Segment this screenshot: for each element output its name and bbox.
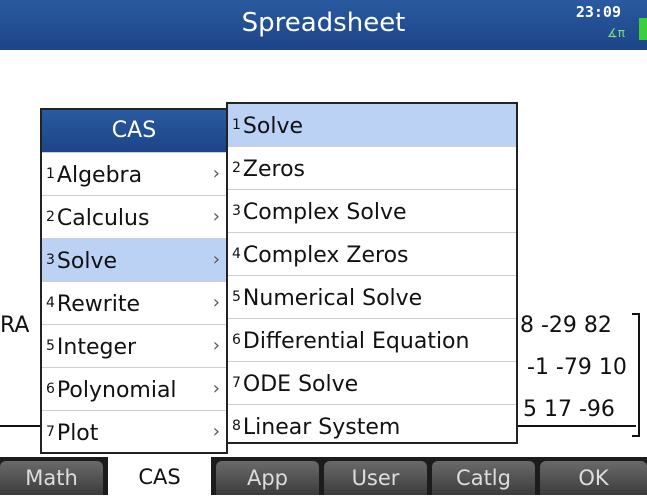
menu-item-solve[interactable]: 3Solve ›	[42, 238, 226, 281]
divider-line	[518, 425, 636, 427]
menu-item-plot[interactable]: 7Plot ›	[42, 410, 226, 453]
chevron-right-icon: ›	[212, 249, 220, 270]
item-label: Polynomial	[56, 378, 177, 403]
item-number: 5	[232, 289, 241, 305]
item-label: Complex Solve	[242, 200, 407, 225]
menu-item-integer[interactable]: 5Integer ›	[42, 324, 226, 367]
menu-item-differential-equation[interactable]: 6Differential Equation	[228, 318, 516, 361]
softkey-bar: Math CAS App User Catlg OK	[0, 457, 647, 495]
chevron-right-icon: ›	[212, 206, 220, 227]
menu-item-polynomial[interactable]: 6Polynomial ›	[42, 367, 226, 410]
item-label: Linear System	[242, 415, 401, 440]
menu-item-ode-solve[interactable]: 7ODE Solve	[228, 361, 516, 404]
softkey-ok[interactable]: OK	[540, 461, 647, 495]
menu-item-complex-solve[interactable]: 3Complex Solve	[228, 189, 516, 232]
divider-line	[0, 425, 42, 427]
chevron-right-icon: ›	[212, 292, 220, 313]
item-label: Algebra	[56, 163, 143, 188]
matrix-row-1: 8 -29 82	[520, 313, 612, 338]
softkey-app[interactable]: App	[216, 461, 319, 495]
item-label: Plot	[56, 421, 99, 446]
chevron-right-icon: ›	[212, 163, 220, 184]
chevron-right-icon: ›	[212, 378, 220, 399]
chevron-right-icon: ›	[212, 421, 220, 442]
item-number: 1	[46, 166, 55, 182]
item-label: Differential Equation	[242, 329, 470, 354]
softkey-math[interactable]: Math	[0, 461, 103, 495]
menu-item-complex-zeros[interactable]: 4Complex Zeros	[228, 232, 516, 275]
menu-item-zeros[interactable]: 2Zeros	[228, 146, 516, 189]
softkey-user[interactable]: User	[324, 461, 427, 495]
angle-mode-indicator: ∡π	[607, 26, 625, 40]
item-label: Rewrite	[56, 292, 141, 317]
menu-item-calculus[interactable]: 2Calculus ›	[42, 195, 226, 238]
softkey-cas[interactable]: CAS	[108, 457, 211, 495]
menu-item-solve-cmd[interactable]: 1Solve	[228, 104, 516, 146]
matrix-bracket	[632, 313, 640, 437]
item-number: 2	[232, 160, 241, 176]
item-label: Complex Zeros	[242, 243, 409, 268]
item-label: Solve	[242, 114, 304, 139]
cas-menu-title: CAS	[42, 110, 226, 152]
item-number: 8	[232, 418, 241, 434]
clock: 23:09	[575, 3, 621, 21]
item-number: 5	[46, 338, 55, 354]
item-label: Integer	[56, 335, 137, 360]
item-number: 4	[46, 295, 55, 311]
app-title: Spreadsheet	[241, 8, 406, 38]
item-label: Numerical Solve	[242, 286, 423, 311]
solve-submenu: 1Solve 2Zeros 3Complex Solve 4Complex Ze…	[226, 102, 518, 444]
item-label: ODE Solve	[242, 372, 359, 397]
menu-item-numerical-solve[interactable]: 5Numerical Solve	[228, 275, 516, 318]
title-bar: Spreadsheet 23:09 ∡π	[0, 0, 647, 50]
item-number: 4	[232, 246, 241, 262]
item-number: 2	[46, 209, 55, 225]
item-number: 7	[46, 424, 55, 440]
cas-menu: CAS 1Algebra › 2Calculus › 3Solve › 4Rew…	[40, 108, 228, 454]
item-number: 6	[232, 332, 241, 348]
menu-item-algebra[interactable]: 1Algebra ›	[42, 152, 226, 195]
battery-icon	[639, 18, 647, 40]
item-number: 1	[232, 117, 241, 133]
softkey-catlg[interactable]: Catlg	[432, 461, 535, 495]
background-label: RA	[0, 313, 30, 338]
matrix-row-3: 5 17 -96	[523, 397, 615, 422]
chevron-right-icon: ›	[212, 335, 220, 356]
item-number: 3	[46, 252, 55, 268]
matrix-row-2: -1 -79 10	[527, 355, 627, 380]
item-number: 7	[232, 375, 241, 391]
item-label: Zeros	[242, 157, 306, 182]
item-number: 6	[46, 381, 55, 397]
menu-item-rewrite[interactable]: 4Rewrite ›	[42, 281, 226, 324]
item-label: Solve	[56, 249, 118, 274]
item-label: Calculus	[56, 206, 150, 231]
item-number: 3	[232, 203, 241, 219]
menu-item-linear-system[interactable]: 8Linear System	[228, 404, 516, 447]
